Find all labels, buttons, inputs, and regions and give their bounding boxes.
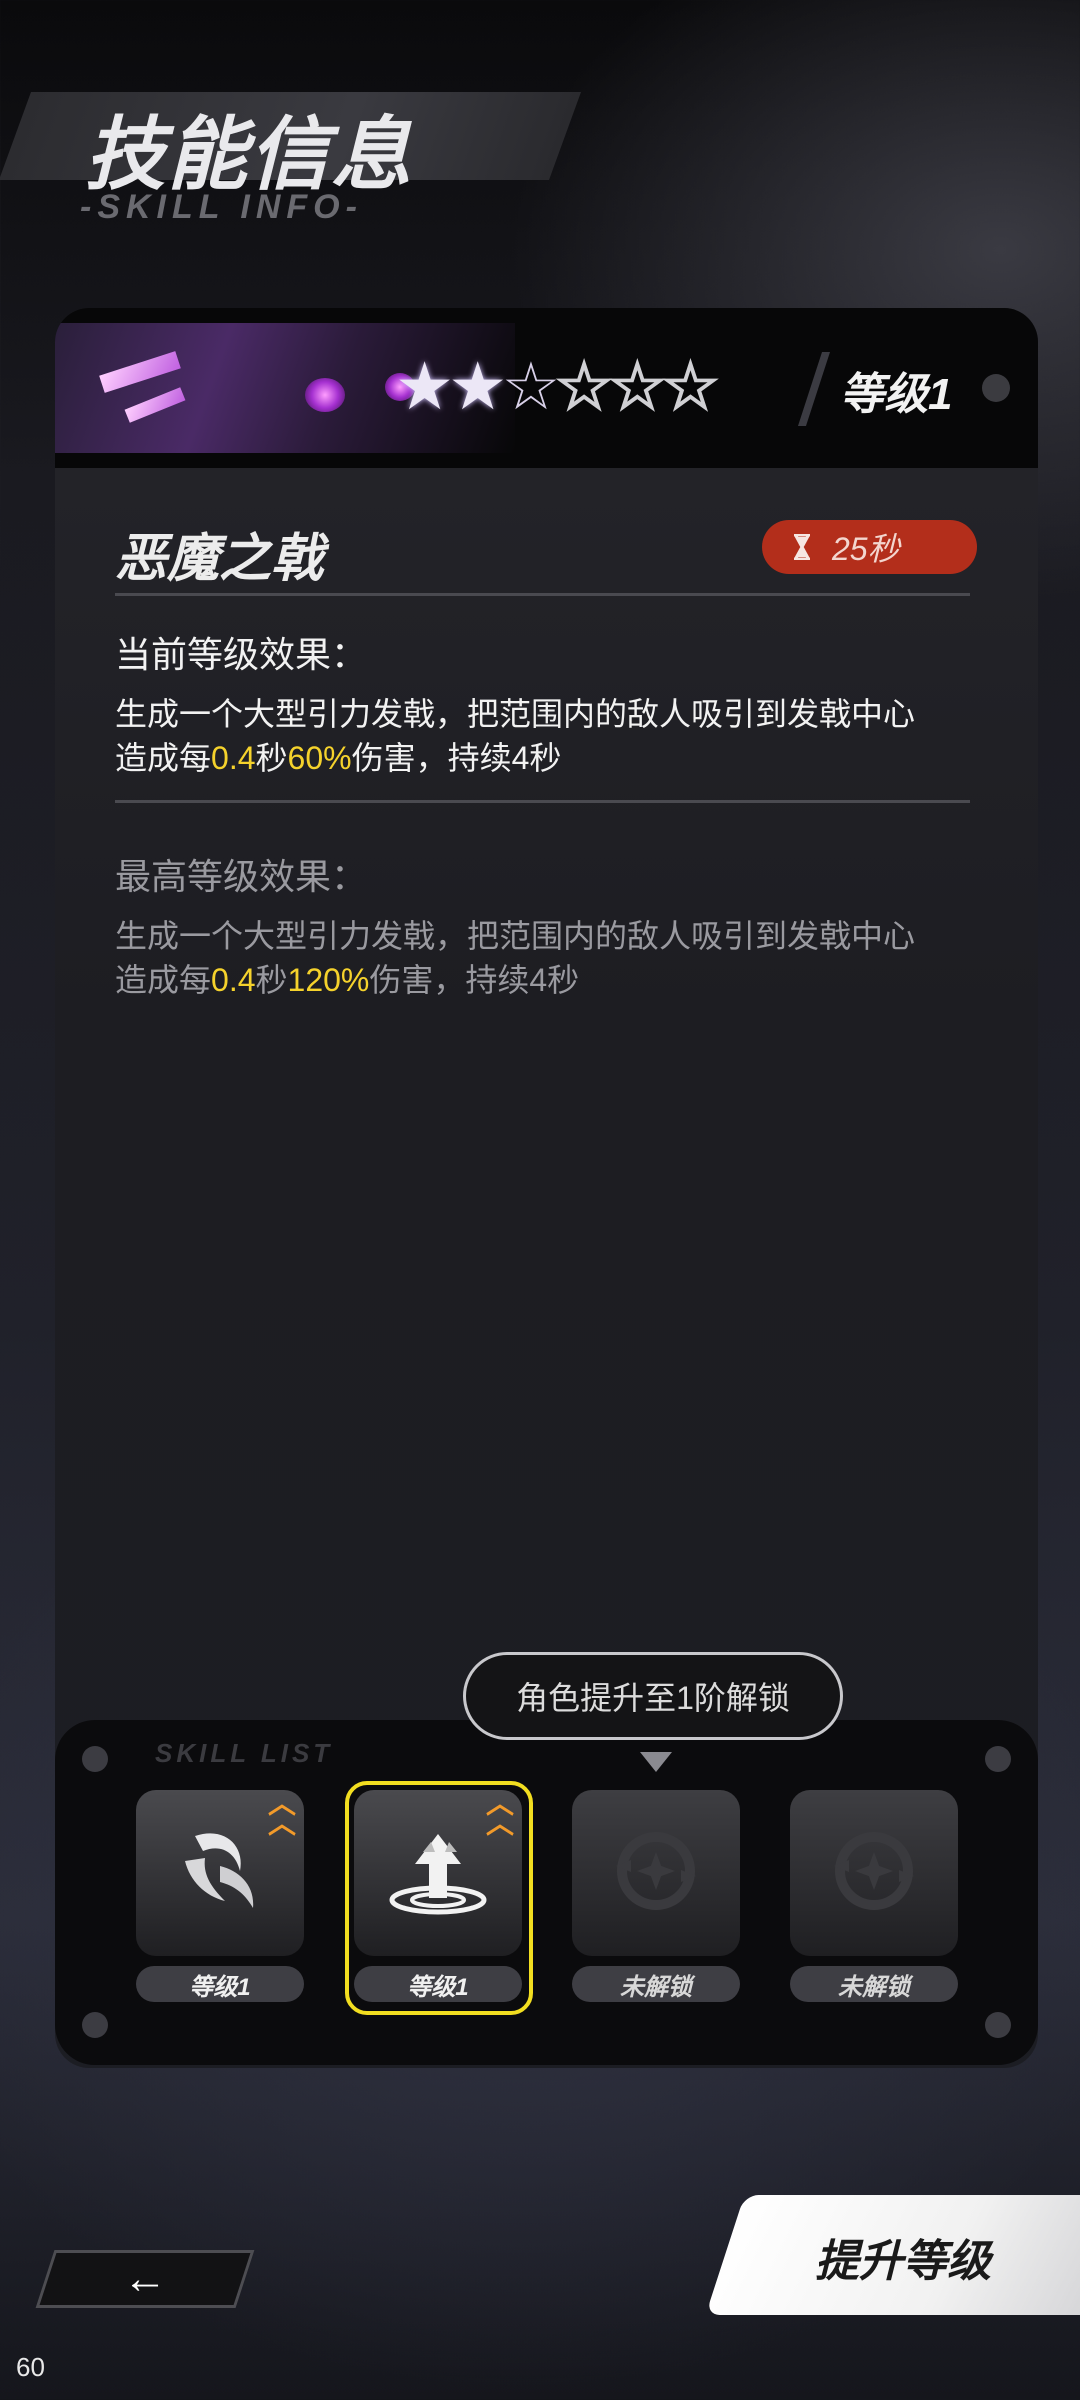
- art-shard: [99, 351, 181, 393]
- page-header: 技能信息 -SKILL INFO-: [0, 80, 600, 240]
- effect-line: 造成每0.4秒120%伤害，持续4秒: [115, 958, 995, 1002]
- divider: [115, 593, 970, 596]
- max-effect-description: 生成一个大型引力发戟，把范围内的敌人吸引到发戟中心 造成每0.4秒120%伤害，…: [115, 914, 995, 1002]
- upgrade-chevron-icon: ︿ ︿: [485, 1788, 514, 1839]
- effect-line: 生成一个大型引力发戟，把范围内的敌人吸引到发戟中心: [115, 918, 916, 954]
- effect-damage: 120%: [287, 962, 370, 998]
- hourglass-icon: [792, 533, 812, 561]
- skill-slot-icon: [572, 1790, 740, 1956]
- claw-skill-icon: [165, 1816, 275, 1931]
- unlock-tooltip: 角色提升至1阶解锁: [463, 1652, 843, 1740]
- skill-list-panel: SKILL LIST ︿ ︿ 等级1 ︿ ︿ 等级1 未解锁 未解锁: [55, 1720, 1038, 2065]
- effect-text: 秒: [255, 740, 288, 776]
- star-empty-icon: ☆: [554, 348, 615, 424]
- skill-slot-label: 未解锁: [790, 1966, 958, 2002]
- star-half-icon: ☆: [501, 349, 560, 423]
- effect-text: 伤害，持续4秒: [351, 740, 562, 776]
- panel-dot: [82, 2012, 108, 2038]
- cooldown-value: 25秒: [832, 531, 900, 567]
- current-effect-label: 当前等级效果：: [115, 634, 368, 675]
- skill-slot-3[interactable]: 未解锁: [572, 1790, 740, 2004]
- effect-line: 生成一个大型引力发戟，把范围内的敌人吸引到发戟中心: [115, 696, 916, 732]
- back-arrow-icon: ←: [123, 2254, 167, 2303]
- current-effect-description: 生成一个大型引力发戟，把范围内的敌人吸引到发戟中心 造成每0.4秒60%伤害，持…: [115, 692, 995, 780]
- back-button[interactable]: ←: [35, 2250, 255, 2308]
- page-subtitle: -SKILL INFO-: [80, 188, 363, 226]
- effect-text: 秒: [255, 962, 288, 998]
- art-shard: [124, 387, 186, 423]
- level-divider: [797, 352, 831, 426]
- panel-subtitle: SKILL LIST: [155, 1738, 334, 1768]
- effect-line: 造成每0.4秒60%伤害，持续4秒: [115, 736, 995, 780]
- uplift-skill-icon: [383, 1816, 493, 1931]
- star-filled-icon: ★: [395, 349, 454, 423]
- effect-damage: 60%: [287, 740, 352, 776]
- skill-banner: ★★☆☆☆☆ 等级1: [55, 308, 1038, 468]
- divider: [115, 800, 970, 803]
- max-effect-label: 最高等级效果：: [115, 856, 368, 897]
- locked-skill-icon: [601, 1816, 711, 1931]
- skill-slot-label: 等级1: [136, 1966, 304, 2002]
- effect-text: 造成每: [115, 962, 212, 998]
- skill-level-label: 等级1: [840, 370, 953, 419]
- star-rating: ★★☆☆☆☆: [395, 348, 721, 425]
- skill-slot-label: 等级1: [354, 1966, 522, 2002]
- skill-slot-label: 未解锁: [572, 1966, 740, 2002]
- star-empty-icon: ☆: [607, 348, 668, 424]
- star-filled-icon: ★: [448, 349, 507, 423]
- skill-slot-4[interactable]: 未解锁: [790, 1790, 958, 2004]
- effect-interval: 0.4: [211, 962, 256, 998]
- effect-text: 造成每: [115, 740, 212, 776]
- fps-counter: 60: [16, 2352, 45, 2382]
- skill-slot-icon: [790, 1790, 958, 1956]
- effect-text: 伤害，持续4秒: [369, 962, 580, 998]
- skill-slot-2[interactable]: ︿ ︿ 等级1: [345, 1781, 533, 2015]
- upgrade-button-label[interactable]: 提升等级: [815, 2225, 991, 2289]
- star-empty-icon: ☆: [660, 348, 721, 424]
- skill-name: 恶魔之戟: [115, 530, 324, 588]
- art-eye: [305, 378, 345, 412]
- panel-dot: [985, 2012, 1011, 2038]
- skill-slot-1[interactable]: ︿ ︿ 等级1: [136, 1790, 304, 2004]
- tooltip-pointer-icon: [640, 1752, 672, 1772]
- panel-dot: [985, 1746, 1011, 1772]
- panel-dot: [82, 1746, 108, 1772]
- cooldown-badge: 25秒: [762, 520, 977, 574]
- locked-skill-icon: [819, 1816, 929, 1931]
- corner-dot: [982, 374, 1010, 402]
- effect-interval: 0.4: [211, 740, 256, 776]
- upgrade-chevron-icon: ︿ ︿: [267, 1788, 296, 1839]
